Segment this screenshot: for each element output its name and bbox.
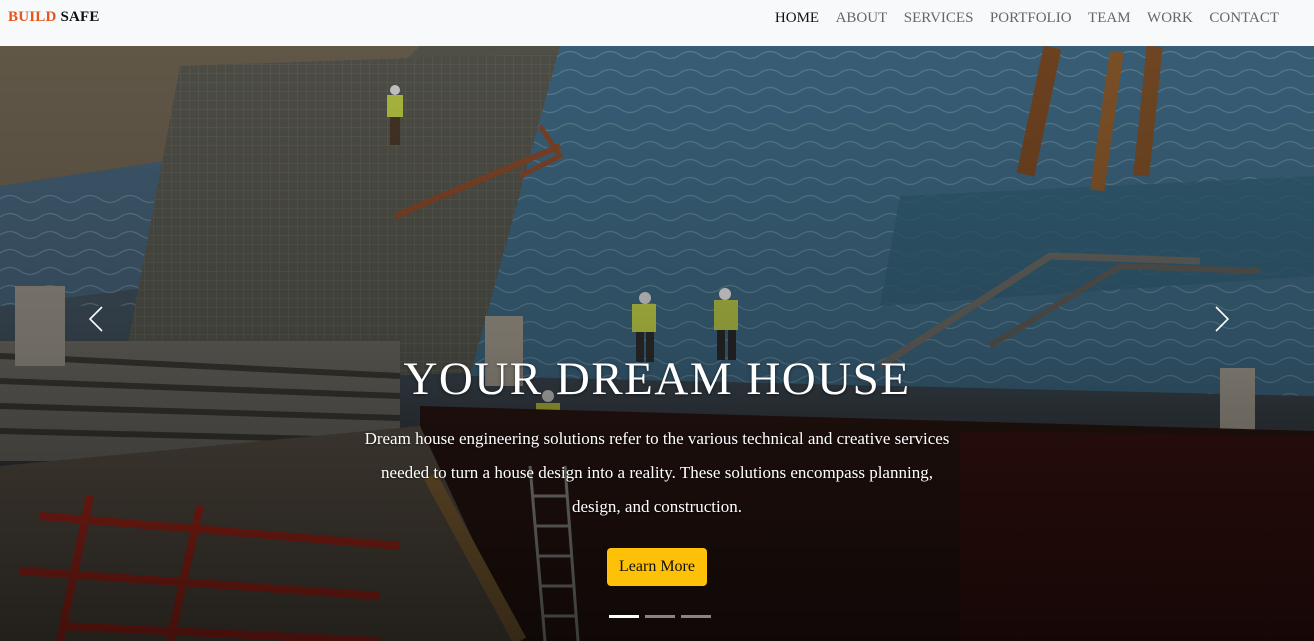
nav-item-team[interactable]: TEAM (1088, 10, 1131, 26)
nav-item-portfolio[interactable]: PORTFOLIO (990, 10, 1072, 26)
carousel-indicator-3[interactable] (681, 615, 711, 618)
carousel-indicator-2[interactable] (645, 615, 675, 618)
nav-item-work[interactable]: WORK (1147, 10, 1193, 26)
carousel-next-button[interactable] (1206, 304, 1236, 334)
hero-title: YOUR DREAM HOUSE (403, 353, 911, 405)
hero-description: Dream house engineering solutions refer … (364, 429, 950, 516)
nav-item-home[interactable]: HOME (775, 10, 819, 26)
hero-caption: YOUR DREAM HOUSE Dream house engineering… (357, 352, 957, 586)
brand-part2: SAFE (60, 9, 100, 25)
nav-item-contact[interactable]: CONTACT (1209, 10, 1279, 26)
navbar: BUILD SAFE HOME ABOUT SERVICES PORTFOLIO… (0, 0, 1314, 46)
carousel-indicator-1[interactable] (609, 615, 639, 618)
carousel-prev-button[interactable] (82, 304, 112, 334)
brand-part1: BUILD (8, 9, 57, 25)
nav-links: HOME ABOUT SERVICES PORTFOLIO TEAM WORK … (775, 10, 1314, 26)
learn-more-button[interactable]: Learn More (607, 548, 707, 586)
chevron-left-icon (88, 306, 103, 332)
hero-carousel: YOUR DREAM HOUSE Dream house engineering… (0, 46, 1314, 641)
carousel-indicators (609, 615, 711, 618)
nav-item-about[interactable]: ABOUT (836, 10, 888, 26)
chevron-right-icon (1215, 306, 1230, 332)
brand-logo[interactable]: BUILD SAFE (8, 9, 100, 26)
nav-item-services[interactable]: SERVICES (904, 10, 974, 26)
